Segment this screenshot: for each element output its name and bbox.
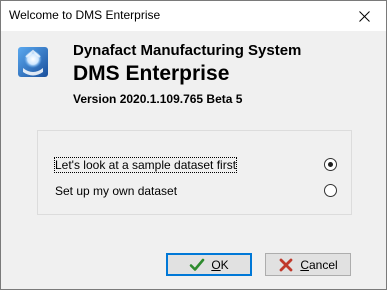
dms-logo-icon bbox=[17, 46, 49, 78]
product-name: DMS Enterprise bbox=[73, 62, 230, 85]
close-button[interactable] bbox=[342, 1, 386, 31]
cancel-button-label: Cancel bbox=[300, 257, 338, 272]
x-icon bbox=[278, 257, 294, 273]
option-sample-dataset-radio[interactable] bbox=[324, 158, 337, 171]
window-title: Welcome to DMS Enterprise bbox=[9, 8, 161, 22]
option-own-dataset-label[interactable]: Set up my own dataset bbox=[55, 184, 177, 198]
company-name: Dynafact Manufacturing System bbox=[73, 42, 302, 59]
cancel-button[interactable]: Cancel bbox=[265, 253, 351, 276]
radio-selected-dot bbox=[328, 162, 333, 167]
option-own-dataset-radio[interactable] bbox=[324, 184, 337, 197]
ok-button[interactable]: OK bbox=[166, 253, 252, 276]
checkmark-icon bbox=[189, 257, 205, 273]
close-icon bbox=[358, 10, 370, 22]
ok-button-label: OK bbox=[211, 257, 229, 272]
title-bar: Welcome to DMS Enterprise bbox=[1, 1, 386, 31]
version-label: Version 2020.1.109.765 Beta 5 bbox=[73, 92, 243, 106]
welcome-dialog: Welcome to DMS Enterprise Dynafact Manuf… bbox=[0, 0, 387, 290]
option-sample-dataset-label[interactable]: Let's look at a sample dataset first bbox=[53, 157, 238, 173]
dataset-options-group bbox=[37, 130, 352, 215]
